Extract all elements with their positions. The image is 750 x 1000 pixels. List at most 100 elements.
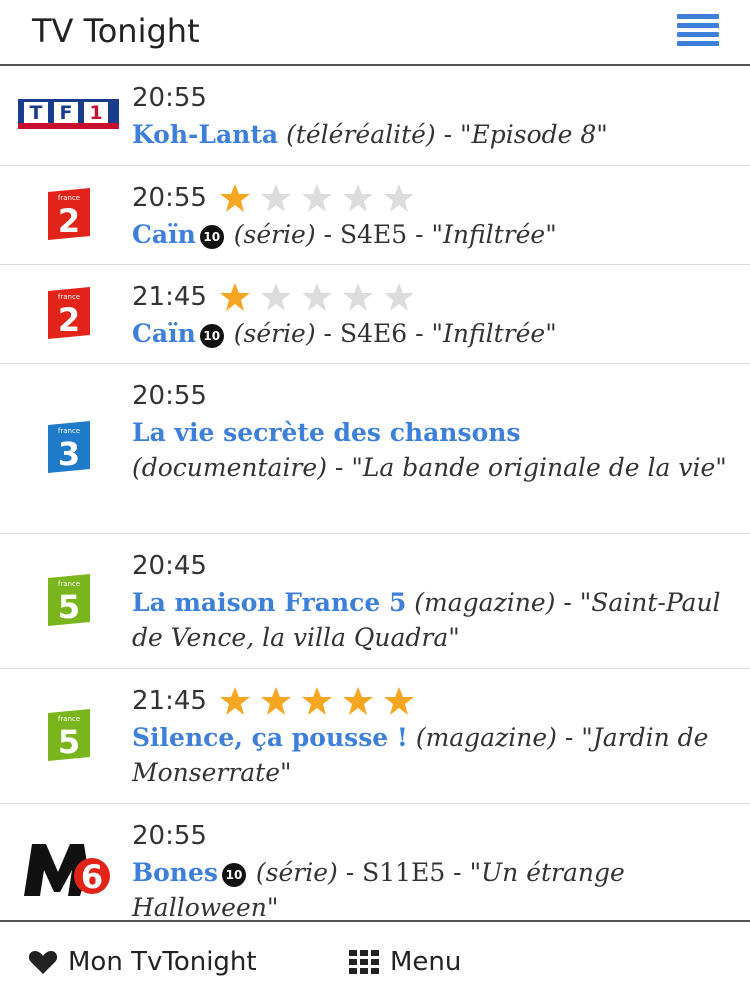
program-time: 21:45	[132, 282, 207, 312]
program-info: 21:45 Caïn 10 (série) - S4E6 - "Infiltrée…	[132, 281, 730, 351]
separator: -	[337, 858, 363, 887]
svg-text:2: 2	[58, 202, 80, 240]
program-row[interactable]: france 3 20:55 La vie secrète des chanso…	[0, 364, 750, 534]
star-filled-icon	[301, 687, 332, 715]
program-info: 20:55 Caïn 10 (série) - S4E5 - "Infiltrée…	[132, 182, 730, 252]
svg-text:6: 6	[81, 858, 103, 896]
rating-stars	[219, 282, 424, 312]
svg-text:5: 5	[58, 723, 80, 761]
program-title-link[interactable]: La vie secrète des chansons	[132, 418, 521, 447]
episode-code: S11E5 -	[362, 858, 470, 887]
episode-code: S4E5 -	[339, 220, 432, 249]
program-row[interactable]: france 5 20:45 La maison France 5 (magaz…	[0, 534, 750, 669]
svg-text:france: france	[58, 293, 80, 301]
star-empty-icon	[260, 283, 291, 311]
program-time: 20:55	[132, 821, 207, 851]
separator: -	[435, 120, 461, 149]
program-genre: (documentaire)	[132, 453, 327, 482]
program-title-link[interactable]: Bones	[132, 858, 218, 887]
program-title-link[interactable]: Koh-Lanta	[132, 120, 278, 149]
program-genre: (série)	[233, 319, 316, 348]
program-info: 21:45 Silence, ça pousse ! (magazine) - …	[132, 685, 730, 790]
star-empty-icon	[342, 184, 373, 212]
france2-logo: france 2	[48, 188, 90, 240]
separator: -	[556, 723, 582, 752]
my-tvtonight-label: Mon TvTonight	[68, 947, 257, 977]
program-info: 20:45 La maison France 5 (magazine) - "S…	[132, 550, 730, 655]
star-empty-icon	[342, 283, 373, 311]
episode-title: "La bande originale de la vie"	[351, 453, 727, 482]
app-header: TV Tonight	[0, 0, 750, 66]
svg-text:2: 2	[58, 301, 80, 339]
svg-text:T: T	[30, 102, 43, 124]
program-time: 20:55	[132, 381, 207, 411]
program-title-link[interactable]: Silence, ça pousse !	[132, 723, 408, 752]
separator: -	[315, 319, 340, 348]
tf1-logo: T F 1	[18, 99, 119, 129]
star-empty-icon	[383, 184, 414, 212]
rating-stars	[219, 686, 424, 716]
program-info: 20:55 La vie secrète des chansons (docum…	[132, 380, 730, 485]
program-time: 20:55	[132, 83, 207, 113]
star-filled-icon	[219, 184, 250, 212]
program-genre: (magazine)	[415, 723, 557, 752]
menu-tab[interactable]: Menu	[348, 944, 461, 980]
svg-text:france: france	[58, 427, 80, 435]
program-time: 20:45	[132, 551, 207, 581]
program-time: 20:55	[132, 183, 207, 213]
bottom-nav: Mon TvTonight Menu	[0, 920, 750, 1000]
svg-text:3: 3	[58, 435, 80, 473]
episode-title: "Infiltrée"	[431, 220, 557, 249]
program-title-link[interactable]: Caïn	[132, 220, 196, 249]
svg-text:france: france	[58, 580, 80, 588]
france3-logo: france 3	[48, 421, 90, 473]
star-filled-icon	[260, 687, 291, 715]
star-filled-icon	[383, 687, 414, 715]
program-row[interactable]: france 5 21:45 Silence, ça pousse ! (mag…	[0, 669, 750, 804]
program-info: 20:55 Koh-Lanta (téléréalité) - "Episode…	[132, 82, 730, 152]
svg-text:1: 1	[89, 102, 102, 124]
france5-logo: france 5	[48, 709, 90, 761]
program-title-link[interactable]: Caïn	[132, 319, 196, 348]
my-tvtonight-tab[interactable]: Mon TvTonight	[28, 944, 257, 980]
program-genre: (série)	[233, 220, 316, 249]
separator: -	[555, 588, 580, 617]
star-empty-icon	[260, 184, 291, 212]
star-filled-icon	[219, 687, 250, 715]
m6-logo: 6	[24, 844, 110, 896]
program-genre: (série)	[255, 858, 338, 887]
svg-text:france: france	[58, 715, 80, 723]
program-time: 21:45	[132, 686, 207, 716]
menu-label: Menu	[390, 947, 462, 977]
program-row[interactable]: T F 1 20:55 Koh-Lanta (téléréalité) - "E…	[0, 66, 750, 166]
star-empty-icon	[301, 283, 332, 311]
svg-text:france: france	[58, 194, 80, 202]
heart-icon	[28, 951, 58, 974]
separator: -	[326, 453, 352, 482]
program-row[interactable]: france 2 21:45 Caïn 10 (série) - S4E6 - "…	[0, 265, 750, 364]
age-rating-badge: 10	[199, 225, 224, 249]
star-filled-icon	[219, 283, 250, 311]
episode-code: S4E6 -	[339, 319, 432, 348]
france2-logo: france 2	[48, 287, 90, 339]
program-row[interactable]: 6 20:55 Bones 10 (série) - S11E5 - "Un ét…	[0, 804, 750, 920]
program-title-link[interactable]: La maison France 5	[132, 588, 406, 617]
episode-title: "Infiltrée"	[431, 319, 557, 348]
program-genre: (téléréalité)	[286, 120, 436, 149]
age-rating-badge: 10	[221, 863, 246, 887]
rating-stars	[219, 183, 424, 213]
hamburger-menu-icon[interactable]	[677, 14, 719, 46]
separator: -	[315, 220, 340, 249]
app-title: TV Tonight	[32, 12, 200, 50]
program-info: 20:55 Bones 10 (série) - S11E5 - "Un étra…	[132, 820, 730, 920]
program-genre: (magazine)	[414, 588, 556, 617]
svg-text:5: 5	[58, 588, 80, 626]
star-empty-icon	[301, 184, 332, 212]
svg-text:F: F	[60, 102, 73, 124]
episode-title: "Episode 8"	[460, 120, 608, 149]
program-row[interactable]: france 2 20:55 Caïn 10 (série) - S4E5 - "…	[0, 166, 750, 265]
grid-icon	[349, 950, 379, 974]
program-list[interactable]: T F 1 20:55 Koh-Lanta (téléréalité) - "E…	[0, 66, 750, 920]
age-rating-badge: 10	[199, 324, 224, 348]
france5-logo: france 5	[48, 574, 90, 626]
